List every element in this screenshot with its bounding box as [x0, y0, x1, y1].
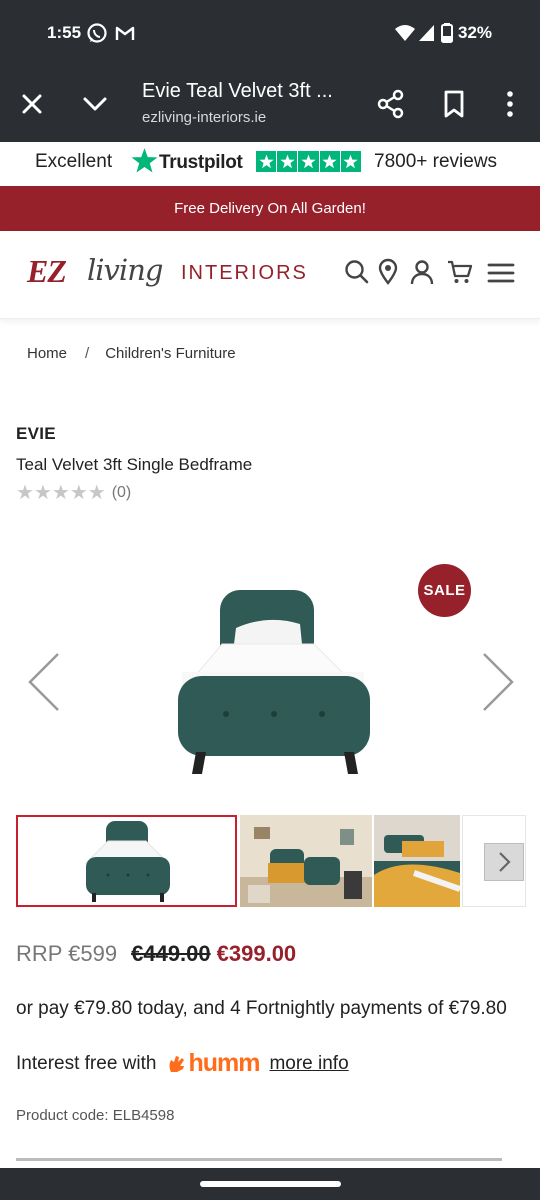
- site-header: EZ living INTERIORS: [0, 231, 540, 319]
- share-icon[interactable]: [375, 88, 407, 120]
- chevron-left-icon[interactable]: [24, 650, 64, 714]
- star-icon: [256, 151, 277, 172]
- current-price: €399.00: [216, 941, 297, 966]
- system-navigation-bar: [0, 1168, 540, 1200]
- cart-icon[interactable]: [446, 258, 474, 286]
- status-time: 1:55: [47, 23, 82, 42]
- was-price: €449.00: [131, 941, 211, 966]
- close-icon[interactable]: [16, 88, 48, 120]
- product-code: Product code: ELB4598: [16, 1107, 175, 1124]
- price-block: RRP €599 €449.00 €399.00: [16, 941, 296, 967]
- wifi-icon: [395, 25, 415, 41]
- rating-star-icon: ★: [33, 482, 52, 504]
- search-icon[interactable]: [343, 258, 371, 286]
- star-icon: [298, 151, 319, 172]
- sale-badge: SALE: [418, 564, 471, 617]
- battery-icon: [441, 23, 453, 43]
- trustpilot-star-icon: [131, 148, 158, 173]
- breadcrumb: Home / Children's Furniture: [27, 345, 236, 362]
- browser-toolbar: Evie Teal Velvet 3ft ... ezliving-interi…: [0, 66, 540, 142]
- menu-icon[interactable]: [486, 258, 516, 288]
- thumbnail-1[interactable]: [16, 815, 237, 907]
- product-image[interactable]: [178, 584, 372, 774]
- star-icon: [319, 151, 340, 172]
- product-rating[interactable]: ★ ★ ★ ★ ★ (0): [16, 483, 131, 503]
- interest-free-label: Interest free with: [16, 1052, 157, 1074]
- star-icon: [340, 151, 361, 172]
- bookmark-icon[interactable]: [438, 88, 470, 120]
- status-bar: 1:55 32%: [0, 0, 540, 66]
- humm-logo: humm: [168, 1049, 260, 1078]
- location-pin-icon[interactable]: [376, 258, 400, 286]
- humm-finance-line: Interest free with humm more info: [16, 1049, 349, 1078]
- page-url: ezliving-interiors.ie: [142, 109, 267, 126]
- battery-percent: 32%: [458, 23, 493, 42]
- product-gallery: SALE: [0, 540, 540, 800]
- trustpilot-brand: Trustpilot: [159, 152, 243, 173]
- logo-living: living: [87, 253, 163, 287]
- rating-star-icon: ★: [51, 482, 70, 504]
- trustpilot-reviews-count: 7800+ reviews: [374, 151, 498, 172]
- thumbnail-3[interactable]: [374, 815, 460, 907]
- thumbnail-image: [240, 815, 372, 907]
- signal-icon: [419, 25, 434, 41]
- logo-ez: EZ: [27, 253, 67, 289]
- installment-text: or pay €79.80 today, and 4 Fortnightly p…: [16, 998, 507, 1019]
- chevron-right-icon[interactable]: [478, 650, 518, 714]
- humm-label: humm: [188, 1049, 260, 1077]
- breadcrumb-separator: /: [85, 345, 90, 362]
- divider: [16, 1158, 502, 1161]
- rating-star-icon: ★: [16, 482, 34, 504]
- humm-hand-icon: [169, 1055, 185, 1072]
- thumbnail-image: [374, 815, 460, 907]
- trustpilot-rating-label: Excellent: [35, 151, 113, 172]
- logo-interiors: INTERIORS: [181, 262, 308, 284]
- rating-star-icon: ★: [69, 482, 88, 504]
- home-gesture-handle[interactable]: [200, 1181, 341, 1187]
- chevron-down-icon[interactable]: [79, 88, 111, 120]
- more-vert-icon[interactable]: [494, 88, 526, 120]
- page-title: Evie Teal Velvet 3ft ...: [142, 80, 333, 102]
- star-icon: [277, 151, 298, 172]
- thumbnail-2[interactable]: [240, 815, 372, 907]
- thumbnail-image: [18, 817, 235, 905]
- breadcrumb-home[interactable]: Home: [27, 345, 67, 362]
- rrp-price: RRP €599: [16, 941, 118, 966]
- rating-star-icon: ★: [87, 482, 106, 504]
- product-brand: EVIE: [16, 424, 56, 443]
- product-name: Teal Velvet 3ft Single Bedframe: [16, 455, 253, 474]
- thumbnails-next-button[interactable]: [484, 843, 524, 881]
- trustpilot-stars: [256, 151, 361, 172]
- gmail-icon: [115, 26, 135, 40]
- account-icon[interactable]: [408, 258, 436, 286]
- chevron-right-icon: [499, 852, 511, 872]
- promo-banner[interactable]: Free Delivery On All Garden!: [0, 186, 540, 231]
- whatsapp-icon: [87, 23, 107, 43]
- trustpilot-bar[interactable]: Excellent Trustpilot 7800+ reviews: [0, 142, 540, 186]
- breadcrumb-category[interactable]: Children's Furniture: [105, 345, 235, 362]
- thumbnail-strip: [16, 815, 526, 908]
- more-info-link[interactable]: more info: [269, 1053, 348, 1075]
- rating-count: (0): [111, 484, 132, 501]
